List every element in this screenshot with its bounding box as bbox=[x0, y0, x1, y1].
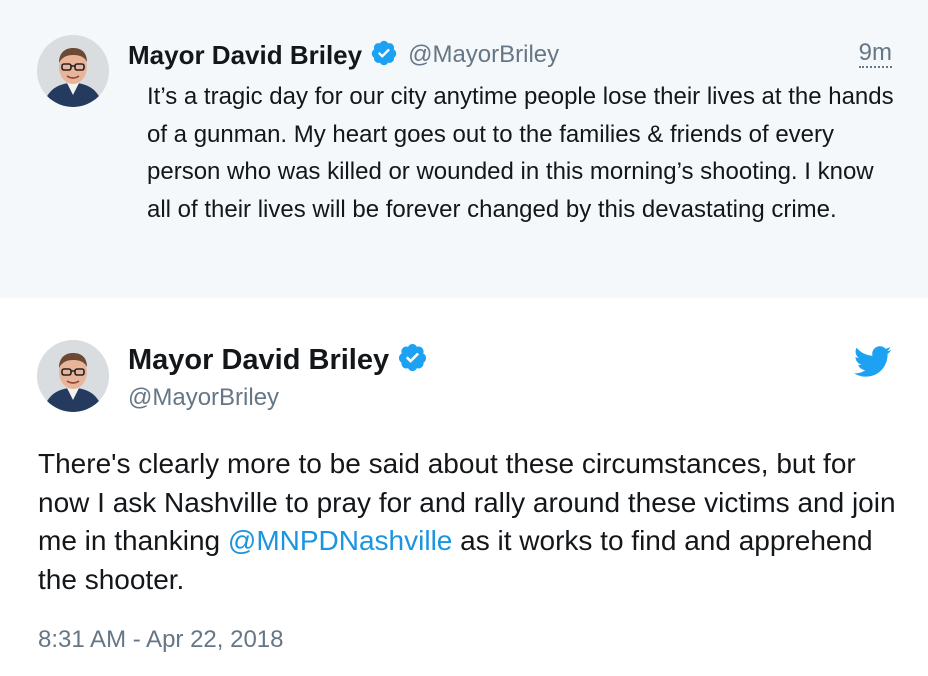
tweet-timestamp[interactable]: 8:31 AM - Apr 22, 2018 bbox=[38, 626, 284, 654]
parent-tweet-header: Mayor David Briley @MayorBriley bbox=[128, 38, 559, 72]
author-handle[interactable]: @MayorBriley bbox=[128, 384, 279, 412]
author-name[interactable]: Mayor David Briley bbox=[128, 40, 362, 71]
tweet-text: It’s a tragic day for our city anytime p… bbox=[147, 83, 894, 223]
parent-tweet[interactable]: Mayor David Briley @MayorBriley 9m It’s … bbox=[0, 0, 928, 298]
twitter-bird-icon[interactable] bbox=[854, 346, 892, 383]
main-tweet-header: Mayor David Briley bbox=[128, 340, 428, 380]
profile-photo-icon bbox=[37, 35, 109, 107]
author-name[interactable]: Mayor David Briley bbox=[128, 344, 389, 377]
tweet-screenshot: Mayor David Briley @MayorBriley 9m It’s … bbox=[0, 0, 928, 676]
profile-photo-icon bbox=[37, 340, 109, 412]
verified-icon bbox=[370, 39, 398, 72]
mention-link[interactable]: @MNPDNashville bbox=[228, 525, 452, 556]
verified-icon bbox=[397, 342, 428, 378]
tweet-text: There's clearly more to be said about th… bbox=[38, 445, 898, 599]
tweet-time-link[interactable]: 9m bbox=[858, 40, 892, 68]
avatar[interactable] bbox=[37, 35, 109, 107]
author-handle[interactable]: @MayorBriley bbox=[408, 41, 559, 69]
avatar[interactable] bbox=[37, 340, 109, 412]
